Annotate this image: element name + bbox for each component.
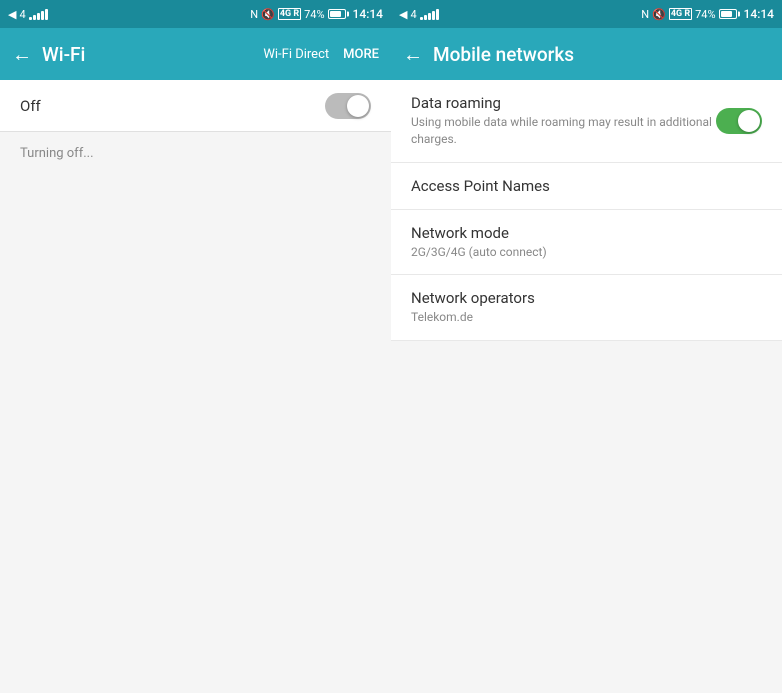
right-signal-icon: ◀ (399, 8, 407, 21)
access-point-names-item[interactable]: Access Point Names (391, 163, 782, 210)
data-roaming-subtitle: Using mobile data while roaming may resu… (411, 114, 716, 148)
signal-icon: ◀ (8, 8, 16, 21)
mobile-networks-back-button[interactable]: ← (403, 42, 423, 67)
right-sound-icon: 🔇 (652, 8, 666, 21)
right-n-icon: N (641, 8, 649, 21)
network-operators-subtitle: Telekom.de (411, 309, 762, 326)
left-time: 14:14 (353, 7, 383, 21)
wifi-more-button[interactable]: MORE (343, 47, 379, 62)
left-status-right-icons: N 🔇 4G R 74% 14:14 (250, 7, 383, 21)
wifi-content: Off Turning off... (0, 80, 391, 693)
network-mode-item[interactable]: Network mode 2G/3G/4G (auto connect) (391, 210, 782, 276)
mobile-networks-title: Mobile networks (433, 43, 770, 66)
data-roaming-toggle-knob (738, 110, 760, 132)
data-roaming-toggle[interactable] (716, 108, 762, 134)
data-roaming-texts: Data roaming Using mobile data while roa… (411, 94, 716, 148)
network-mode-texts: Network mode 2G/3G/4G (auto connect) (411, 224, 762, 261)
mobile-networks-top-bar: ← Mobile networks (391, 28, 782, 80)
data-roaming-title: Data roaming (411, 94, 716, 112)
right-signal-bars (420, 8, 439, 20)
sound-icon: 🔇 (261, 8, 275, 21)
wifi-toggle-switch[interactable] (325, 93, 371, 119)
right-status-right-icons: N 🔇 4G R 74% 14:14 (641, 7, 774, 21)
network-operators-item[interactable]: Network operators Telekom.de (391, 275, 782, 341)
signal-bars-icon (29, 8, 48, 20)
n-icon: N (250, 8, 258, 21)
network-operators-title: Network operators (411, 289, 762, 307)
right-signal-number: 4 (410, 8, 416, 21)
mobile-networks-panel: ◀ 4 N 🔇 4G R 74% 14:14 ← Mobile netw (391, 0, 782, 693)
4g-icon: 4G R (278, 8, 301, 20)
right-battery-icon (719, 9, 737, 19)
right-time: 14:14 (744, 7, 774, 21)
wifi-status-text: Turning off... (0, 132, 391, 175)
left-status-bar: ◀ 4 N 🔇 4G R 74% 14:14 (0, 0, 391, 28)
wifi-panel: ◀ 4 N 🔇 4G R 74% 14:14 ← Wi-Fi W (0, 0, 391, 693)
signal-number: 4 (19, 8, 25, 21)
access-point-names-texts: Access Point Names (411, 177, 762, 195)
mobile-networks-content: Data roaming Using mobile data while roa… (391, 80, 782, 693)
network-mode-title: Network mode (411, 224, 762, 242)
network-mode-subtitle: 2G/3G/4G (auto connect) (411, 244, 762, 261)
network-operators-texts: Network operators Telekom.de (411, 289, 762, 326)
right-status-left-icons: ◀ 4 (399, 8, 439, 21)
wifi-toggle-knob (347, 95, 369, 117)
right-4g-icon: 4G R (669, 8, 692, 20)
wifi-toggle-row[interactable]: Off (0, 80, 391, 132)
wifi-direct-button[interactable]: Wi-Fi Direct (263, 47, 329, 62)
access-point-names-title: Access Point Names (411, 177, 762, 195)
battery-text: 74% (304, 8, 324, 21)
wifi-title: Wi-Fi (42, 43, 263, 66)
right-status-bar: ◀ 4 N 🔇 4G R 74% 14:14 (391, 0, 782, 28)
data-roaming-item[interactable]: Data roaming Using mobile data while roa… (391, 80, 782, 163)
wifi-toggle-label: Off (20, 97, 325, 115)
wifi-top-bar: ← Wi-Fi Wi-Fi Direct MORE (0, 28, 391, 80)
battery-icon (328, 9, 346, 19)
wifi-back-button[interactable]: ← (12, 42, 32, 67)
right-battery-text: 74% (695, 8, 715, 21)
left-status-left-icons: ◀ 4 (8, 8, 48, 21)
